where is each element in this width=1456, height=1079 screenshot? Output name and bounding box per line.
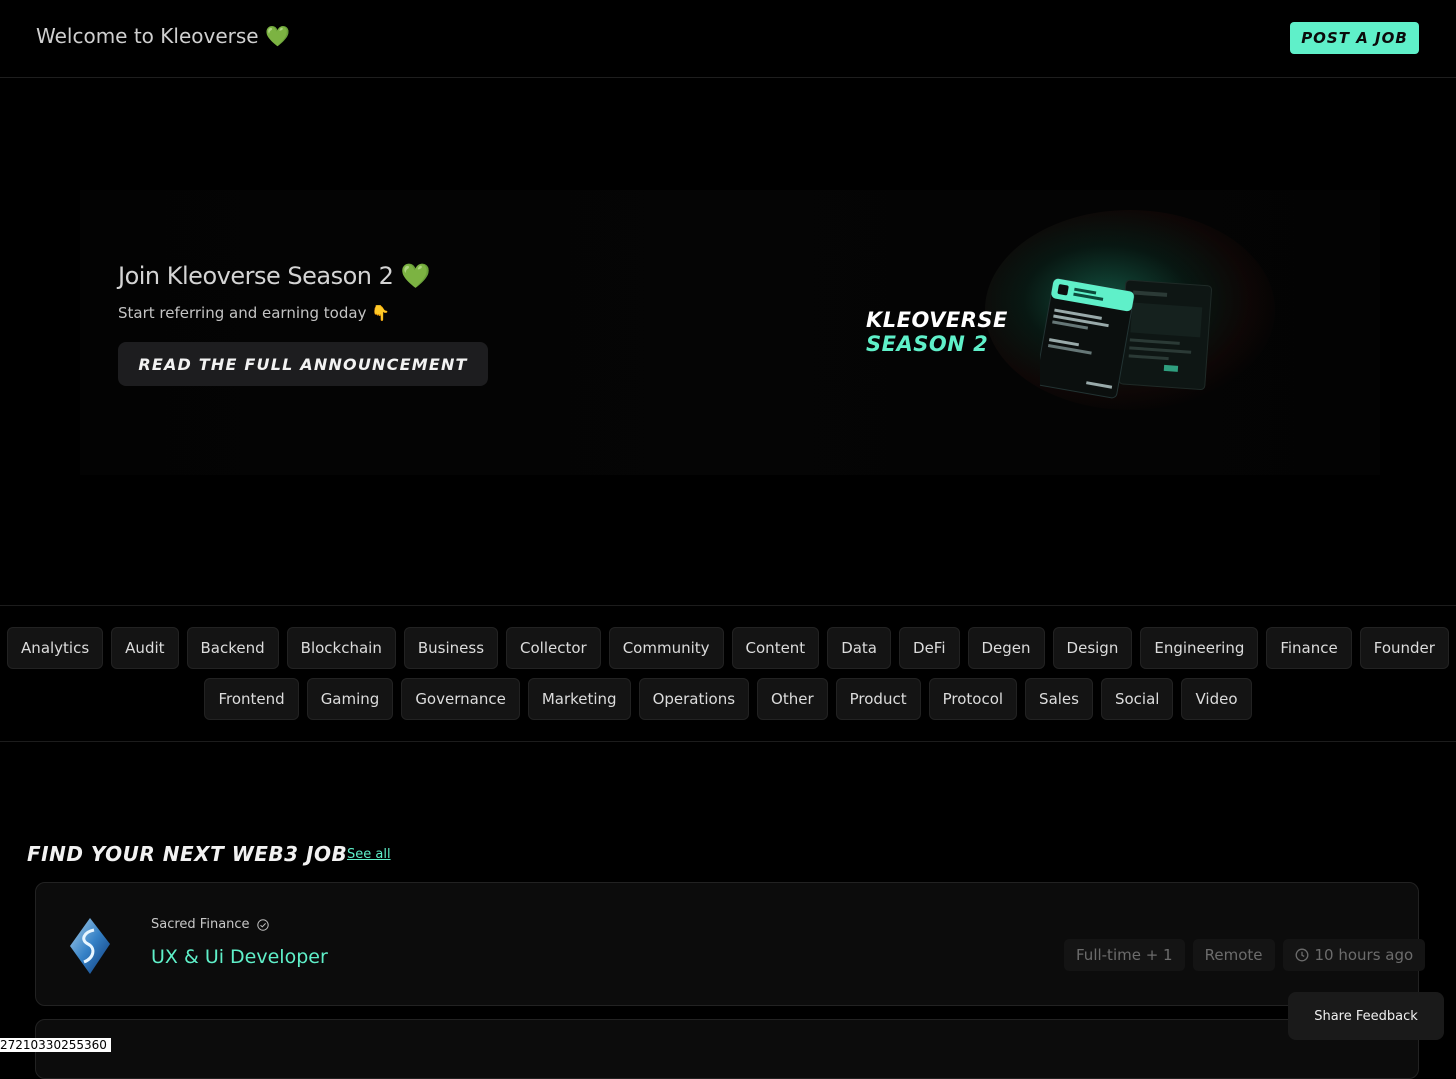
category-tag-community[interactable]: Community (608, 627, 724, 669)
welcome-label: Welcome to Kleoverse (36, 24, 259, 48)
hero-art-line-2: SEASON 2 (866, 332, 989, 356)
category-tag-video[interactable]: Video (1181, 678, 1252, 720)
sacred-finance-logo-icon (70, 918, 110, 974)
category-tag-audit[interactable]: Audit (111, 627, 179, 669)
pointing-down-icon: 👇 (371, 304, 390, 322)
corner-id-label: 27210330255360 (0, 1038, 111, 1052)
clock-icon (1295, 948, 1308, 962)
season-card-illustration (1040, 278, 1213, 399)
job-meta-tags: Full-time + 1 Remote 10 hours ago (1064, 939, 1426, 971)
category-tag-finance[interactable]: Finance (1266, 627, 1352, 669)
green-heart-icon: 💚 (264, 24, 290, 48)
category-tag-data[interactable]: Data (827, 627, 892, 669)
category-tag-business[interactable]: Business (403, 627, 499, 669)
category-tag-product[interactable]: Product (835, 678, 921, 720)
employment-type-text: Full-time + 1 (1076, 946, 1173, 964)
location-text: Remote (1204, 946, 1263, 964)
company-name-text: Sacred Finance (151, 917, 250, 932)
category-tag-defi[interactable]: DeFi (899, 627, 960, 669)
category-tag-founder[interactable]: Founder (1359, 627, 1449, 669)
category-tag-engineering[interactable]: Engineering (1140, 627, 1259, 669)
hero-subtitle-text: Start referring and earning today (118, 304, 367, 322)
category-tag-sales[interactable]: Sales (1025, 678, 1093, 720)
company-name: Sacred Finance (151, 917, 269, 932)
category-tag-operations[interactable]: Operations (638, 678, 750, 720)
category-tag-degen[interactable]: Degen (967, 627, 1045, 669)
hero-title: Join Kleoverse Season 2 💚 (118, 262, 430, 290)
hero-subtitle: Start referring and earning today 👇 (118, 304, 390, 322)
hero-title-text: Join Kleoverse Season 2 (118, 262, 394, 290)
category-tag-backend[interactable]: Backend (186, 627, 279, 669)
category-tag-marketing[interactable]: Marketing (527, 678, 631, 720)
category-tag-social[interactable]: Social (1100, 678, 1174, 720)
category-tag-governance[interactable]: Governance (401, 678, 520, 720)
employment-type-tag: Full-time + 1 (1064, 939, 1185, 971)
category-tag-collector[interactable]: Collector (506, 627, 601, 669)
share-feedback-button[interactable]: Share Feedback (1288, 992, 1444, 1040)
posted-time-text: 10 hours ago (1314, 946, 1414, 964)
divider (0, 605, 1456, 606)
job-title[interactable]: UX & Ui Developer (151, 946, 328, 968)
category-tag-content[interactable]: Content (731, 627, 820, 669)
divider (0, 741, 1456, 742)
see-all-link[interactable]: See all (347, 847, 391, 862)
location-tag: Remote (1192, 939, 1275, 971)
category-tag-other[interactable]: Other (757, 678, 828, 720)
category-row-2: Frontend Gaming Governance Marketing Operati… (0, 678, 1456, 720)
green-heart-icon: 💚 (400, 262, 431, 290)
welcome-text: Welcome to Kleoverse 💚 (36, 24, 290, 48)
category-tag-frontend[interactable]: Frontend (204, 678, 299, 720)
posted-time-tag: 10 hours ago (1282, 939, 1426, 971)
post-a-job-button[interactable]: POST A JOB (1290, 22, 1419, 54)
verified-check-icon (256, 918, 269, 931)
category-tag-design[interactable]: Design (1052, 627, 1133, 669)
job-card[interactable] (35, 1019, 1419, 1079)
category-tag-protocol[interactable]: Protocol (928, 678, 1018, 720)
category-tag-gaming[interactable]: Gaming (306, 678, 394, 720)
category-tag-blockchain[interactable]: Blockchain (286, 627, 396, 669)
read-announcement-button[interactable]: READ THE FULL ANNOUNCEMENT (118, 342, 488, 386)
category-tag-analytics[interactable]: Analytics (7, 627, 104, 669)
jobs-section-title: FIND YOUR NEXT WEB3 JOB (27, 842, 348, 866)
category-row-1: Analytics Audit Backend Blockchain Business C… (0, 627, 1456, 669)
hero-art-line-1: KLEOVERSE (866, 308, 1008, 332)
